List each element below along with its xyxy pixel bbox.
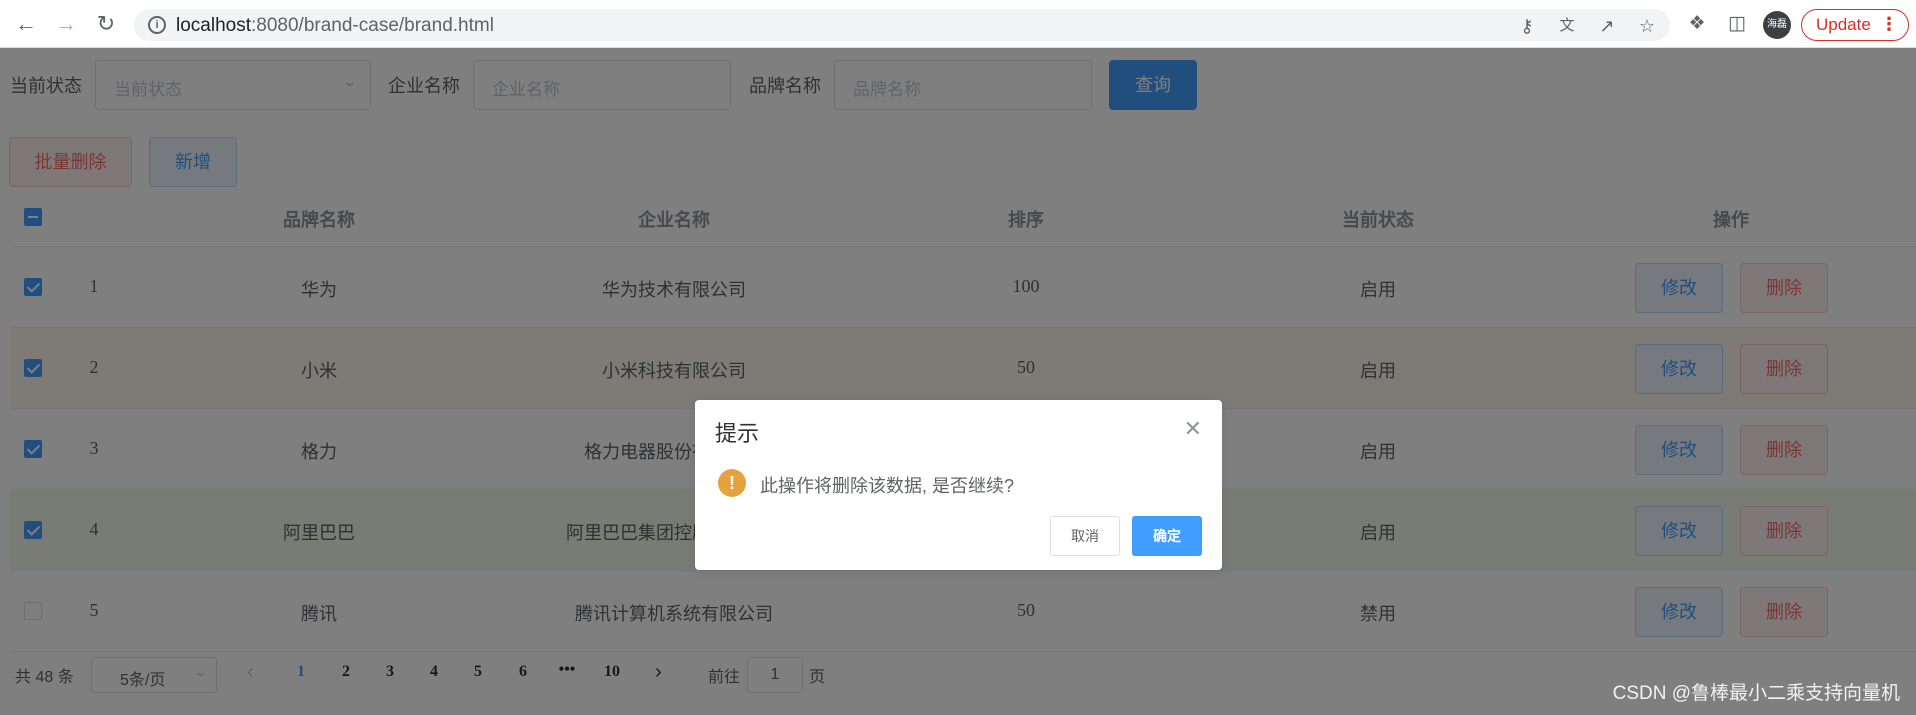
update-label: Update: [1816, 15, 1871, 34]
url-host: localhost: [176, 15, 251, 36]
side-panel-icon[interactable]: ◫: [1725, 12, 1749, 36]
profile-avatar[interactable]: 海磊: [1763, 11, 1791, 39]
extensions-puzzle-icon[interactable]: ❖: [1685, 12, 1709, 36]
confirm-button[interactable]: 确定: [1132, 516, 1202, 556]
browser-update-button[interactable]: Update ⋮: [1801, 9, 1909, 41]
browser-toolbar: ← → ↻ i localhost:8080/brand-case/brand.…: [0, 0, 1916, 48]
url-text[interactable]: localhost:8080/brand-case/brand.html: [176, 15, 494, 37]
close-icon[interactable]: ✕: [1184, 416, 1202, 442]
cancel-button[interactable]: 取消: [1050, 516, 1120, 556]
share-icon[interactable]: ↗: [1596, 15, 1618, 37]
reload-icon[interactable]: ↻: [92, 10, 120, 38]
dialog-message: 此操作将删除该数据, 是否继续?: [760, 476, 1015, 496]
csdn-watermark: CSDN @鲁棒最小二乘支持向量机: [1612, 683, 1900, 704]
translate-icon[interactable]: 文: [1556, 15, 1578, 37]
warning-icon: !: [718, 469, 746, 497]
site-info-icon[interactable]: i: [148, 16, 166, 34]
key-icon[interactable]: ⚷: [1516, 15, 1538, 37]
forward-icon[interactable]: →: [52, 10, 80, 38]
back-icon[interactable]: ←: [12, 10, 40, 38]
bookmark-star-icon[interactable]: ☆: [1636, 15, 1658, 37]
menu-dots-icon: ⋮: [1880, 14, 1898, 34]
url-path: :8080/brand-case/brand.html: [251, 15, 494, 36]
confirm-dialog: 提示 ✕ ! 此操作将删除该数据, 是否继续? 取消 确定: [695, 400, 1222, 570]
dialog-title: 提示: [715, 421, 760, 446]
address-bar[interactable]: i localhost:8080/brand-case/brand.html ⚷…: [134, 9, 1670, 41]
modal-overlay[interactable]: [0, 48, 1916, 715]
